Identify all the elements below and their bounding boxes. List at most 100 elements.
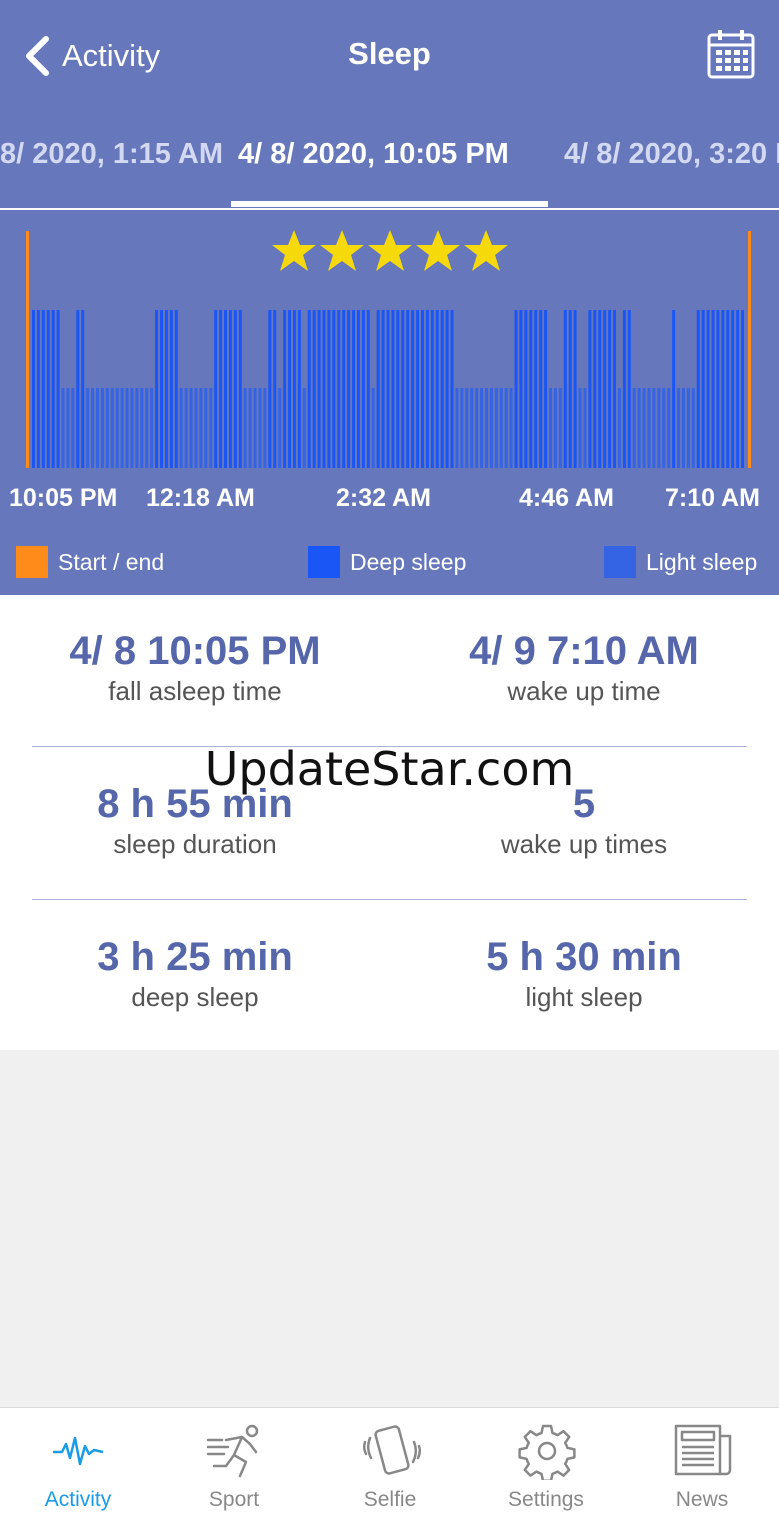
stat-label: sleep duration <box>113 829 277 859</box>
light-sleep-bar <box>465 388 469 468</box>
deep-sleep-bar <box>312 310 316 468</box>
nav-label: Activity <box>44 1488 112 1511</box>
deep-sleep-bar <box>347 310 351 468</box>
tab-next-session[interactable]: 4/ 8/ 2020, 3:20 PM <box>564 138 779 171</box>
deep-sleep-bar <box>534 310 538 468</box>
light-sleep-bar <box>583 388 587 468</box>
stat-fall-asleep: 4/ 8 10:05 PM fall asleep time <box>0 629 390 707</box>
deep-sleep-bar <box>514 310 518 468</box>
light-sleep-bar <box>145 388 149 468</box>
light-sleep-bar <box>632 388 636 468</box>
tab-previous-session[interactable]: 4/ 8/ 2020, 1:15 AM <box>0 138 223 171</box>
sleep-stats-panel: 4/ 8 10:05 PM fall asleep time 4/ 9 7:10… <box>0 595 779 1050</box>
light-sleep-bar <box>489 388 493 468</box>
deep-sleep-bar <box>519 310 523 468</box>
deep-sleep-bar <box>292 310 296 468</box>
legend-deep-sleep: Deep sleep <box>308 546 466 578</box>
deep-sleep-bar <box>283 310 287 468</box>
deep-sleep-bar <box>613 310 616 468</box>
x-tick-label: 10:05 PM <box>9 484 118 512</box>
stat-deep-sleep: 3 h 25 min deep sleep <box>0 935 390 1013</box>
light-sleep-bar <box>558 388 562 468</box>
nav-selfie[interactable]: Selfie <box>312 1408 468 1526</box>
stat-light-sleep: 5 h 30 min light sleep <box>389 935 779 1013</box>
deep-sleep-bar <box>425 310 429 468</box>
deep-sleep-bar <box>603 310 607 468</box>
light-sleep-bar <box>637 388 641 468</box>
deep-sleep-bar <box>696 310 700 468</box>
deep-sleep-bar <box>598 310 602 468</box>
stat-label: light sleep <box>525 982 643 1012</box>
light-sleep-bar <box>105 388 109 468</box>
light-sleep-bar <box>179 388 183 468</box>
legend-light-sleep: Light sleep <box>604 546 757 578</box>
nav-news[interactable]: News <box>624 1408 779 1526</box>
app-bar: Activity Sleep <box>0 0 779 112</box>
deep-sleep-bar <box>416 310 420 468</box>
nav-settings[interactable]: Settings <box>468 1408 624 1526</box>
deep-sleep-bar <box>288 310 292 468</box>
light-sleep-bar <box>278 388 282 468</box>
deep-sleep-bar <box>711 310 715 468</box>
tab-divider <box>0 208 779 210</box>
light-sleep-bar <box>455 388 459 468</box>
light-sleep-bar <box>475 388 479 468</box>
newspaper-icon <box>674 1424 732 1476</box>
calendar-icon[interactable] <box>706 28 756 80</box>
deep-sleep-bar <box>46 310 50 468</box>
light-sleep-bar <box>617 388 621 468</box>
light-sleep-bar <box>499 388 503 468</box>
light-sleep-bar <box>253 388 257 468</box>
light-sleep-bar <box>460 388 464 468</box>
deep-sleep-bar <box>361 310 365 468</box>
deep-sleep-bar <box>164 310 168 468</box>
deep-sleep-bar <box>297 310 301 468</box>
light-sleep-bar <box>485 388 488 468</box>
nav-label: News <box>675 1488 729 1511</box>
tab-current-session[interactable]: 4/ 8/ 2020, 10:05 PM <box>238 138 509 171</box>
light-sleep-bar <box>115 388 119 468</box>
light-sleep-bar <box>470 388 474 468</box>
deep-sleep-bar <box>450 310 454 468</box>
divider <box>32 899 747 900</box>
light-sleep-bar <box>91 388 95 468</box>
deep-sleep-bar <box>721 310 725 468</box>
deep-sleep-bar <box>524 310 528 468</box>
deep-sleep-bar <box>736 310 740 468</box>
deep-sleep-bar <box>726 310 730 468</box>
deep-sleep-bar <box>701 310 705 468</box>
phone-shake-icon <box>362 1425 422 1475</box>
deep-sleep-bar <box>36 310 40 468</box>
deep-sleep-bar <box>322 310 326 468</box>
light-sleep-bar <box>302 388 306 468</box>
deep-sleep-bar <box>406 310 410 468</box>
deep-sleep-bar <box>573 310 577 468</box>
deep-sleep-bar <box>342 310 346 468</box>
light-sleep-bar <box>100 388 104 468</box>
deep-sleep-bar <box>228 310 232 468</box>
deep-sleep-bar <box>440 310 444 468</box>
deep-sleep-bar <box>317 310 321 468</box>
light-sleep-bar <box>657 388 661 468</box>
deep-sleep-bar <box>155 310 159 468</box>
nav-activity[interactable]: Activity <box>0 1408 156 1526</box>
deep-sleep-bar <box>672 310 676 468</box>
deep-sleep-bar <box>731 310 735 468</box>
deep-sleep-bar <box>366 310 370 468</box>
x-tick-label: 7:10 AM <box>665 484 760 512</box>
deep-sleep-bar <box>396 310 400 468</box>
deep-sleep-bar <box>421 310 424 468</box>
deep-sleep-bar <box>76 310 80 468</box>
deep-sleep-bar <box>391 310 395 468</box>
deep-sleep-bar <box>563 310 567 468</box>
stat-wake-up-time: 4/ 9 7:10 AM wake up time <box>389 629 779 707</box>
date-tabs: 4/ 8/ 2020, 1:15 AM 4/ 8/ 2020, 10:05 PM… <box>0 112 779 210</box>
light-sleep-bar <box>258 388 262 468</box>
light-sleep-bar <box>677 388 681 468</box>
light-sleep-bar <box>199 388 203 468</box>
deep-sleep-bar <box>622 310 626 468</box>
tab-indicator <box>231 201 548 207</box>
deep-sleep-bar <box>352 310 356 468</box>
deep-sleep-bar <box>219 310 223 468</box>
nav-sport[interactable]: Sport <box>156 1408 312 1526</box>
